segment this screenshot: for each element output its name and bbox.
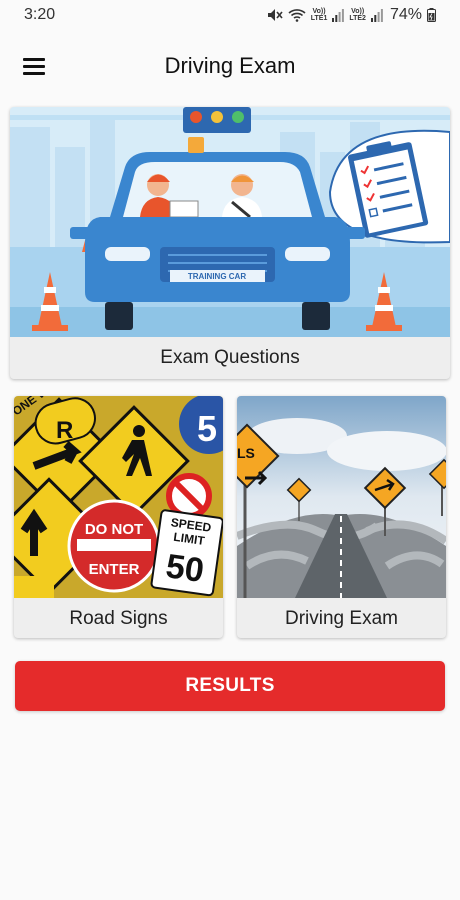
driving-exam-label: Driving Exam	[285, 608, 398, 629]
svg-text:LS: LS	[237, 445, 255, 461]
volte-sim1-icon: Vo)) LTE1	[310, 8, 328, 22]
road-signs-card[interactable]: R ONE WA 5 DO NOT ENTER SPEED LIMIT 50 R…	[14, 396, 223, 638]
svg-text:50: 50	[164, 547, 207, 590]
status-time: 3:20	[24, 6, 56, 23]
svg-text:DO NOT: DO NOT	[85, 521, 143, 538]
road-signs-illustration: R ONE WA 5 DO NOT ENTER SPEED LIMIT 50	[14, 396, 223, 598]
svg-text:5: 5	[197, 408, 217, 449]
svg-text:R: R	[56, 417, 73, 444]
battery-percent: 74%	[389, 6, 422, 23]
exam-questions-label: Exam Questions	[160, 347, 300, 368]
signal-sim1-icon	[332, 8, 345, 22]
svg-text:TRAINING CAR: TRAINING CAR	[188, 272, 246, 281]
road-signs-label: Road Signs	[69, 608, 168, 629]
mute-icon	[267, 8, 283, 22]
exam-questions-illustration: TRAINING CAR	[10, 107, 450, 337]
battery-charging-icon	[427, 8, 436, 22]
speed-limit-sign-icon: SPEED LIMIT 50	[150, 509, 223, 597]
status-bar: 3:20 Vo)) LTE1 Vo)) LTE2 74%	[0, 0, 460, 30]
results-button[interactable]: RESULTS	[15, 661, 445, 711]
svg-text:ENTER: ENTER	[89, 561, 140, 578]
wifi-icon	[288, 8, 306, 22]
driving-exam-card[interactable]: LS Driving Exam	[237, 396, 446, 638]
hamburger-menu-icon[interactable]	[18, 50, 50, 82]
status-icons: Vo)) LTE1 Vo)) LTE2 74%	[267, 6, 436, 24]
volte-sim2-icon: Vo)) LTE2	[349, 8, 366, 22]
signal-sim2-icon	[370, 8, 383, 22]
app-title: Driving Exam	[164, 53, 296, 78]
app-bar: Driving Exam	[0, 38, 460, 94]
do-not-enter-sign-icon: DO NOT ENTER	[67, 499, 161, 593]
exam-questions-card[interactable]: TRAINING CAR Exam Questions	[10, 107, 450, 379]
driving-exam-illustration: LS	[237, 396, 446, 598]
